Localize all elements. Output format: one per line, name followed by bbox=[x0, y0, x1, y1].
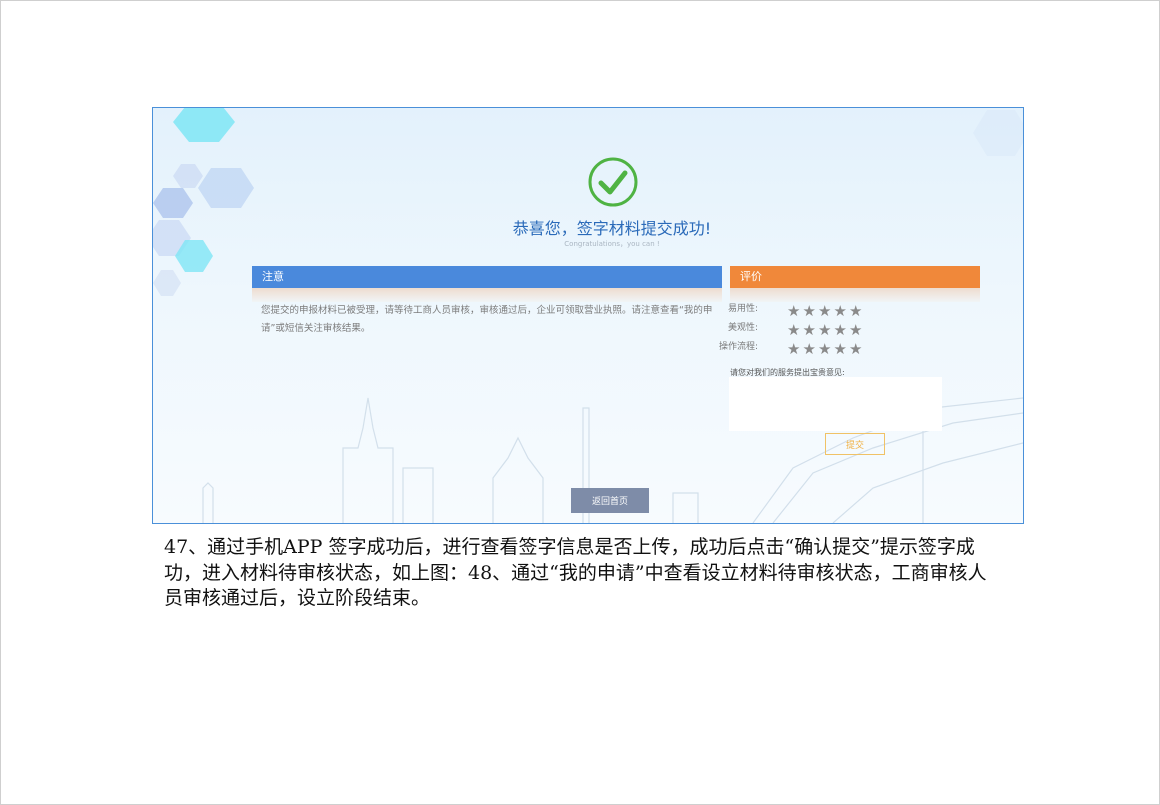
star-icon[interactable]: ★ bbox=[802, 303, 818, 319]
submit-feedback-button[interactable]: 提交 bbox=[825, 433, 885, 455]
notice-text: 您提交的申报材料已被受理，请等待工商人员审核，审核通过后，企业可领取营业执照。请… bbox=[261, 305, 713, 334]
success-subtitle: Congratulations，you can ! bbox=[564, 240, 660, 248]
check-circle-icon bbox=[588, 157, 638, 207]
star-icon[interactable]: ★ bbox=[833, 341, 849, 357]
star-icon[interactable]: ★ bbox=[817, 322, 833, 338]
star-icon[interactable]: ★ bbox=[802, 322, 818, 338]
star-icon[interactable]: ★ bbox=[833, 303, 849, 319]
rating-row-process: 操作流程: ★ ★ ★ ★ ★ bbox=[719, 338, 980, 358]
star-icon[interactable]: ★ bbox=[817, 303, 833, 319]
rating-label: 美观性: bbox=[727, 323, 758, 333]
star-icon[interactable]: ★ bbox=[833, 322, 849, 338]
return-home-button[interactable]: 返回首页 bbox=[571, 488, 649, 513]
star-icon[interactable]: ★ bbox=[786, 322, 802, 338]
notice-divider bbox=[252, 288, 722, 302]
star-icon[interactable]: ★ bbox=[786, 341, 802, 357]
rating-label: 易用性: bbox=[727, 304, 758, 314]
success-title: 恭喜您，签字材料提交成功! bbox=[512, 219, 712, 238]
star-icon[interactable]: ★ bbox=[817, 341, 833, 357]
rating-row-usability: 易用性: ★ ★ ★ ★ ★ bbox=[728, 300, 980, 320]
notice-header: 注意 bbox=[252, 266, 722, 288]
star-icon[interactable]: ★ bbox=[802, 341, 818, 357]
star-rating[interactable]: ★ ★ ★ ★ ★ bbox=[786, 320, 864, 339]
caption-paragraph: 47、通过手机APP 签字成功后，进行查看签字信息是否上传，成功后点击“确认提交… bbox=[164, 536, 987, 609]
star-rating[interactable]: ★ ★ ★ ★ ★ bbox=[786, 301, 864, 320]
star-icon[interactable]: ★ bbox=[848, 322, 864, 338]
star-icon[interactable]: ★ bbox=[848, 303, 864, 319]
star-rating[interactable]: ★ ★ ★ ★ ★ bbox=[786, 339, 864, 358]
rating-header: 评价 bbox=[730, 266, 980, 288]
feedback-textarea[interactable] bbox=[729, 377, 942, 431]
star-icon[interactable]: ★ bbox=[786, 303, 802, 319]
submission-success-screenshot: 恭喜您，签字材料提交成功! Congratulations，you can ! … bbox=[152, 107, 1024, 524]
star-icon[interactable]: ★ bbox=[848, 341, 864, 357]
rating-row-appearance: 美观性: ★ ★ ★ ★ ★ bbox=[728, 319, 980, 339]
rating-label: 操作流程: bbox=[718, 342, 758, 352]
